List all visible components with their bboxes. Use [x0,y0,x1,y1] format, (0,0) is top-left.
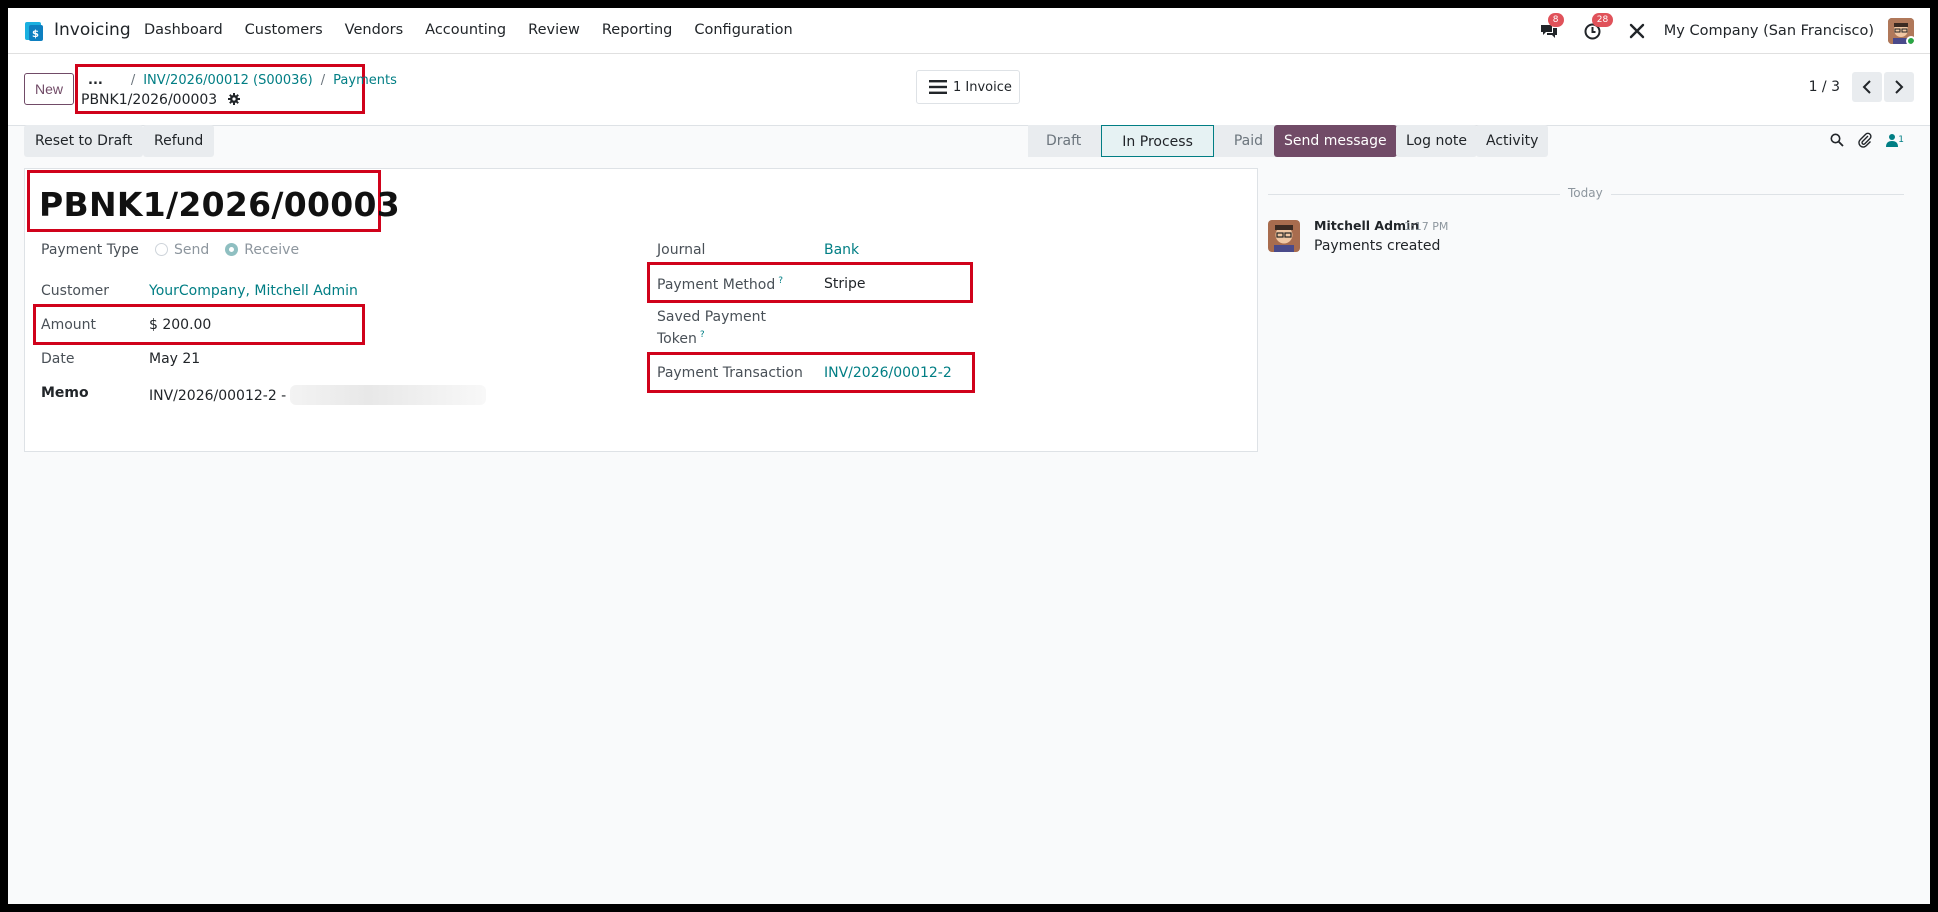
current-record-name: PBNK1/2026/00003 [81,92,218,108]
menu-dashboard[interactable]: Dashboard [144,22,223,38]
app-name[interactable]: Invoicing [54,20,131,40]
invoice-smart-button[interactable]: 1 Invoice [916,70,1020,104]
new-button[interactable]: New [24,73,75,105]
payment-transaction-field[interactable]: INV/2026/00012-2 [824,365,952,381]
person-icon [1886,134,1899,147]
menu-customers[interactable]: Customers [245,22,323,38]
chevron-left-icon [1862,80,1871,94]
menu-accounting[interactable]: Accounting [425,22,506,38]
saved-token-help-icon[interactable]: ? [700,330,705,340]
breadcrumb-payments[interactable]: Payments [333,73,397,88]
amount-field[interactable]: $ 200.00 [149,317,211,333]
control-panel: New ... / INV/2026/00012 (S00036) / Payments… [8,54,1930,126]
breadcrumb-separator: / [320,73,326,88]
online-status-dot [1906,36,1914,44]
breadcrumb-line: ... / INV/2026/00012 (S00036) / Payments [88,73,397,88]
activities-button[interactable]: 28 [1580,13,1614,44]
pager-value[interactable]: 1 / 3 [1809,79,1840,95]
followers-button[interactable]: 1 [1886,133,1904,147]
breadcrumb-separator: / [130,73,136,88]
menu-reporting[interactable]: Reporting [602,22,673,38]
status-bar: Draft In Process Paid [1028,125,1284,157]
message-time: 1:17 PM [1404,220,1449,233]
app-window: $ Invoicing Dashboard Customers Vendors … [8,8,1930,904]
radio-receive-label[interactable]: Receive [244,242,299,258]
payment-method-label-text: Payment Method [657,277,776,293]
date-separator: Today [1560,186,1611,200]
pager: 1 / 3 [1809,72,1914,102]
breadcrumb-invoice[interactable]: INV/2026/00012 (S00036) [143,73,313,88]
payment-type-radio: Send Receive [155,242,315,258]
payment-method-label: Payment Method? [657,276,783,293]
form-sheet: PBNK1/2026/00003 Payment Type Send Receiv… [24,168,1258,452]
payment-type-label: Payment Type [41,242,139,258]
saved-token-label-2: Token? [657,330,705,347]
followers-count: 1 [1898,135,1904,145]
chatter-toolbar: 1 [1816,132,1904,148]
search-icon [1830,133,1844,147]
navbar-systray: 8 28 My Company (San Francisco) [1518,13,1914,46]
search-messages-button[interactable] [1830,133,1844,147]
amount-label: Amount [41,317,97,333]
payment-method-help-icon[interactable]: ? [778,276,783,286]
memo-value: INV/2026/00012-2 - [149,388,287,404]
pager-next-button[interactable] [1884,72,1914,102]
debug-tools-button[interactable] [1624,18,1650,44]
radio-send[interactable] [155,243,168,256]
stage-in-process[interactable]: In Process [1101,125,1214,157]
saved-token-label-2-text: Token [657,331,697,347]
record-title: PBNK1/2026/00003 [39,185,401,224]
menu-vendors[interactable]: Vendors [345,22,404,38]
customer-field[interactable]: YourCompany, Mitchell Admin [149,283,358,299]
activity-button[interactable]: Activity [1476,125,1549,157]
user-avatar[interactable] [1888,18,1914,44]
messages-button[interactable]: 8 [1536,13,1564,44]
log-note-button[interactable]: Log note [1396,125,1477,157]
attachments-button[interactable] [1858,132,1872,148]
redacted-text [290,385,487,405]
messages-badge: 8 [1547,13,1564,27]
main-menu: Dashboard Customers Vendors Accounting R… [144,22,815,38]
message-author-avatar[interactable] [1268,220,1300,252]
menu-review[interactable]: Review [528,22,580,38]
breadcrumb-more[interactable]: ... [88,73,103,88]
payment-method-field[interactable]: Stripe [824,276,866,292]
radio-receive[interactable] [225,243,239,256]
pager-previous-button[interactable] [1852,72,1882,102]
chevron-right-icon [1895,80,1904,94]
svg-text:$: $ [32,29,39,40]
stage-draft[interactable]: Draft [1028,125,1102,157]
customer-label: Customer [41,283,110,299]
invoicing-app-icon[interactable]: $ [23,20,45,42]
saved-token-label-1: Saved Payment [657,309,766,325]
tools-icon [1629,23,1644,39]
breadcrumb-current: PBNK1/2026/00003 [81,92,240,108]
refund-button[interactable]: Refund [143,125,215,157]
activities-badge: 28 [1591,13,1614,27]
list-icon [929,80,947,94]
date-field[interactable]: May 21 [149,351,200,367]
top-navbar: $ Invoicing Dashboard Customers Vendors … [8,8,1930,54]
memo-field[interactable]: INV/2026/00012-2 - [149,385,487,405]
stage-paid[interactable]: Paid [1213,125,1284,157]
paperclip-icon [1858,132,1872,148]
menu-configuration[interactable]: Configuration [694,22,792,38]
date-label: Date [41,351,75,367]
radio-send-label[interactable]: Send [174,242,209,258]
reset-to-draft-button[interactable]: Reset to Draft [24,125,144,157]
message-body: Payments created [1314,238,1441,254]
breadcrumb: ... / INV/2026/00012 (S00036) / Payments PBN… [75,64,397,114]
company-switcher[interactable]: My Company (San Francisco) [1664,23,1874,39]
payment-transaction-label: Payment Transaction [657,365,803,381]
invoice-button-label: 1 Invoice [953,79,1012,95]
journal-label: Journal [657,242,706,258]
memo-label: Memo [41,385,89,401]
author-avatar-icon [1268,220,1300,252]
gear-icon[interactable] [227,93,240,105]
send-message-button[interactable]: Send message [1274,125,1397,157]
journal-field[interactable]: Bank [824,242,859,258]
